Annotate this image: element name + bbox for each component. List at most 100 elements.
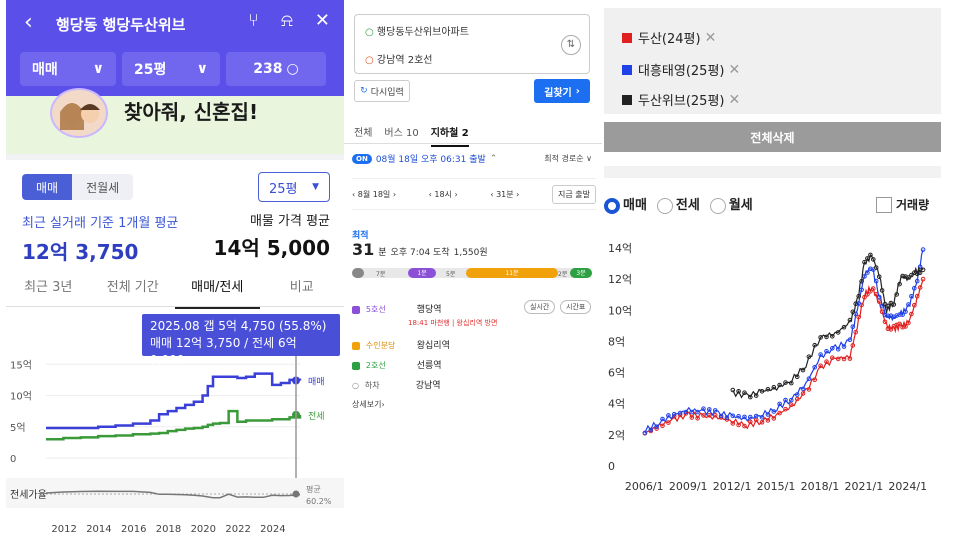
x-tick-label: 2012 [51,524,76,535]
tab-sale-jeonse[interactable]: 매매/전세 [175,276,260,309]
listing-count-button[interactable]: 238 ○ [226,52,326,86]
time-picker-row: ‹ 8월 18일 › ‹ 18시 › ‹ 31분 › 지금 출발 [352,178,596,210]
route-summary[interactable]: 31 분 오후 7:04 도착 1,550원 [352,240,488,259]
chevron-down-icon: ∨ [586,154,592,163]
depart-text: 08월 18일 오후 06:31 출발 [375,155,486,165]
tab-recent-3y[interactable]: 최근 3년 [6,276,91,309]
radio-jeonse[interactable]: 전세 [656,194,700,214]
series-line-doosanweve25 [732,253,924,399]
y-tick-label: 0 [608,460,615,473]
comparison-legend: 두산(24평) ✕ 대흥태영(25평) ✕ 두산위브(25평) ✕ [604,8,941,114]
x-tick-label: 2015/1 [757,480,796,493]
sort-select[interactable]: 최적 경로순 ∨ [544,153,592,164]
trade-type-select[interactable]: 매매 ∨ [20,52,116,86]
y-tick-label: 6억 [608,367,625,380]
destination-field[interactable]: ○ 강남역 2호선 [365,51,432,66]
compare-chart[interactable]: 14억 12억 10억 8억 6억 4억 2억 0 2006/1 2009/1 2012/1 2015… [604,230,956,530]
section-divider [6,154,344,160]
duration-value: 31 [352,240,375,259]
data-point [920,267,926,273]
delete-all-button[interactable]: 전체삭제 [604,122,941,152]
dropoff-icon: ○ [352,381,359,390]
ratio-label: 전세가율 [10,489,47,501]
y-tick-label: 15억 [10,359,32,371]
checkbox-icon [876,196,892,213]
x-tick-label: 2009/1 [669,480,708,493]
size-dropdown[interactable]: 25평 ▼ [258,172,330,202]
segment-rent[interactable]: 전월세 [72,174,134,200]
timetable-chip[interactable]: 시간표 [560,300,592,314]
arrival-time: 오후 7:04 도착 [390,248,450,258]
tab-compare[interactable]: 비교 [260,276,345,309]
chevron-up-icon: ⌃ [489,153,498,164]
refresh-icon: ↻ [360,86,368,96]
reset-button[interactable]: ↻ 다시입력 [354,80,410,102]
date-picker[interactable]: ‹ 8월 18일 › [352,189,396,200]
listing-avg-value: 14억 5,000 [213,236,330,260]
bell-icon[interactable]: ⍾ [281,10,293,31]
remove-icon[interactable]: ✕ [705,30,717,46]
step-4: ○ 하차 강남역 [352,381,441,391]
minute-picker[interactable]: ‹ 31분 › [490,189,519,200]
period-tabs: 최근 3년 전체 기간 매매/전세 비교 [6,276,344,309]
segment-sale[interactable]: 매매 [22,174,73,200]
directions-panel: ○ 행당동두산위브아파트 ○ 강남역 2호선 ⇅ ↻ 다시입력 길찾기 › 전체… [344,0,602,535]
swap-icon[interactable]: ⇅ [561,35,581,55]
y-tick-label: 4억 [608,398,625,411]
close-icon[interactable]: ✕ [315,10,330,31]
y-tick-label: 14억 [608,242,632,255]
banner-text: 찾아줘, 신혼집! [124,100,259,124]
detail-link[interactable]: 상세보기› [352,399,385,410]
x-tick-label: 2016 [121,524,146,535]
y-tick-label: 10억 [10,391,32,403]
subway-icon [352,341,360,350]
x-tick-label: 2022 [225,524,250,535]
origin-field[interactable]: ○ 행당동두산위브아파트 [365,23,469,38]
listing-avg-label: 매물 가격 평균 [249,214,330,229]
series-end-label: 매매 [308,377,325,388]
black-square-icon [622,94,632,105]
fare: 1,550원 [453,248,488,258]
trade-type-radios: 매매 전세 월세 [604,194,753,214]
remove-icon[interactable]: ✕ [729,62,741,78]
blue-square-icon [622,64,632,75]
radio-sale[interactable]: 매매 [604,194,647,214]
hour-picker[interactable]: ‹ 18시 › [429,189,458,200]
x-tick-label: 2012/1 [713,480,752,493]
on-badge: ON [352,153,372,164]
step-2: 수인분당 왕십리역 [352,338,450,351]
chevron-left-icon[interactable]: ‹ [24,10,33,35]
realtime-chip[interactable]: 실시간 [524,300,556,314]
x-tick-label: 2006/1 [625,480,664,493]
chevron-right-icon: › [575,85,580,97]
radio-monthly[interactable]: 월세 [709,194,753,214]
tooltip-line2: 매매 12억 3,750 / 전세 6억 9,000 [150,336,297,367]
ratio-avg-label: 평균 [306,484,321,494]
x-tick-label: 2014 [86,524,111,535]
legend-item-daeheung25: 대흥태영(25평) ✕ [622,60,740,79]
caret-down-icon: ▼ [312,182,319,192]
remove-icon[interactable]: ✕ [729,92,741,108]
size-filter-select[interactable]: 25평 ∨ [122,52,220,86]
step-1: 5호선 행당역 [352,302,442,315]
chevron-down-icon: ∨ [92,61,104,77]
chevron-right-icon: › [381,400,385,409]
share-icon[interactable]: ⑂ [248,10,259,31]
seg-walk1: 7분 [376,271,386,278]
depart-now-button[interactable]: 지금 출발 [552,184,596,204]
x-tick-label: 2020 [191,524,216,535]
depart-row[interactable]: ON 08월 18일 오후 06:31 출발 ⌃ [352,152,497,165]
route-input-box: ○ 행당동두산위브아파트 ○ 강남역 2호선 ⇅ [354,14,590,74]
chevron-down-icon: ∨ [196,61,208,77]
tab-all-period[interactable]: 전체 기간 [91,276,176,309]
ratio-avg-value: 60.2% [306,497,332,506]
volume-checkbox[interactable]: 거래량 [876,196,929,213]
y-tick-label: 0 [10,454,16,465]
route-segment-bar: 1분 11분 3분 7분 5분 2분 [352,268,592,278]
couple-illustration [50,88,108,138]
apartment-price-panel: ‹ 행당동 행당두산위브 ⑂ ⍾ ✕ 매매 ∨ 25평 ∨ 238 ○ 찾아줘,… [6,0,344,535]
page-title: 행당동 행당두산위브 [56,16,186,34]
trade-segment[interactable]: 매매 전월세 [22,174,134,200]
realtime-info: 18:41 마천행 | 왕십리역 방면 [408,319,498,327]
search-route-button[interactable]: 길찾기 › [534,79,590,103]
